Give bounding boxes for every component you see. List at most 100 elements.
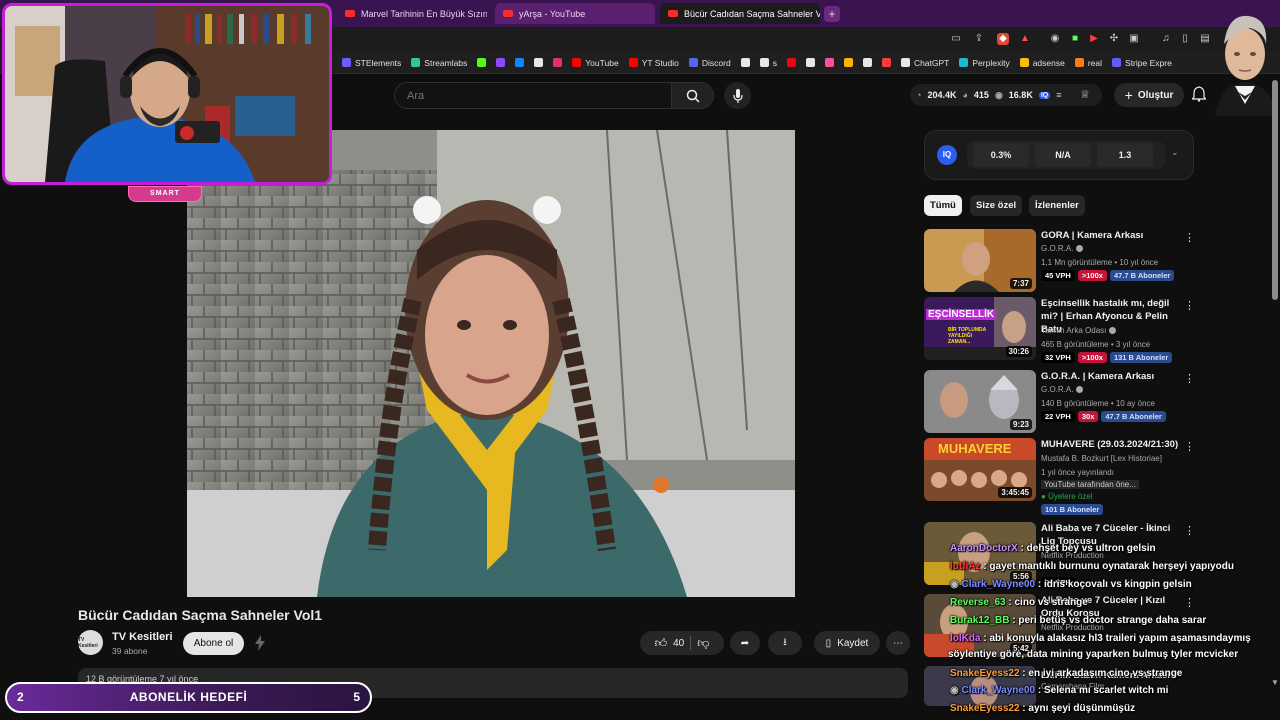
recommended-video[interactable]: 7:37 GORA | Kamera Arkası G.O.R.A. 1,1 M… [924, 229, 1195, 293]
chat-message: lolKda : abi konuyla alakasız hl3 traile… [950, 633, 1251, 644]
bookmark-x[interactable] [534, 58, 544, 67]
bookmark-streamlabs[interactable]: Streamlabs [411, 58, 467, 68]
recommended-video[interactable]: MUHAVERE 3:45:45 MUHAVERE (29.03.2024/21… [924, 438, 1195, 516]
recommended-video[interactable]: 5:56 Ali Baba ve 7 Cüceler - İkinci Lig … [924, 522, 1195, 588]
tab-yarsa[interactable]: yArşa - YouTube [495, 3, 655, 24]
iq-metric-2: N/A [1035, 143, 1091, 167]
video-player[interactable] [187, 130, 795, 597]
recommended-video[interactable]: 9:23 G.O.R.A. | Kamera Arkası G.O.R.A. 1… [924, 370, 1195, 434]
recommended-video[interactable]: EŞCİNSELLİK BİR TOPLUMDA YAYILDIĞI ZAMAN… [924, 297, 1195, 363]
more-actions-button[interactable]: ⋯ [886, 631, 910, 655]
screenshot-icon[interactable]: ▭ [950, 33, 962, 45]
bookmark-misc[interactable] [824, 58, 834, 67]
more-vert-icon[interactable]: ⋮ [1184, 596, 1195, 609]
chip-all[interactable]: Tümü [924, 195, 962, 216]
iq-extension-panel: IQ 0.3% N/A 1.3 ⌄ [924, 130, 1194, 180]
bookmark-instagram[interactable] [553, 58, 563, 67]
chat-text: : idris koçovalı vs kingpin gelsin [1035, 579, 1192, 590]
video-duration: 7:37 [1009, 278, 1032, 289]
puzzle-icon[interactable]: ✣ [1108, 33, 1120, 45]
youtube-icon [668, 10, 678, 17]
bookmark-yt-studio[interactable]: YT Studio [628, 58, 679, 68]
rewards-icon[interactable]: ▲ [1019, 33, 1031, 45]
like-count[interactable]: 40 [673, 638, 684, 649]
extension-icon[interactable]: ■ [1069, 33, 1081, 45]
bookmark-tiktok-s[interactable]: s [759, 58, 777, 68]
circle-icon [805, 58, 815, 67]
download-button[interactable]: ⭳ [768, 631, 802, 655]
chat-username: SnakeEyess22 [950, 668, 1020, 679]
more-vert-icon[interactable]: ⋮ [1184, 440, 1195, 453]
search-input[interactable] [394, 82, 672, 109]
extension-icon[interactable]: ▣ [1128, 33, 1140, 45]
list-icon[interactable]: ≡ [1056, 90, 1061, 100]
sidebar-icon[interactable]: ▯ [1179, 33, 1191, 45]
stripe-icon [1112, 58, 1122, 67]
subscribe-button[interactable]: Abone ol [183, 632, 244, 655]
bookmark-misc[interactable] [881, 58, 891, 67]
tab-current-video[interactable]: Bücür Cadıdan Saçma Sahneler V ✕ [660, 3, 820, 24]
chat-username: Reverse_63 [950, 597, 1006, 608]
adsense-icon [1019, 58, 1029, 67]
bookmark-netflix[interactable] [786, 58, 796, 67]
chat-text: : aynı şeyi düşünmüşüz [1019, 703, 1136, 714]
share-icon[interactable]: ⇪ [973, 33, 985, 45]
bookmark-discord[interactable]: Discord [688, 58, 731, 68]
video-duration: 3:45:45 [998, 487, 1032, 498]
bookmark-kick[interactable] [477, 58, 487, 67]
bookmark-amazon[interactable] [862, 58, 872, 67]
search-icon [686, 89, 700, 103]
more-vert-icon[interactable]: ⋮ [1184, 524, 1195, 537]
video-duration: 9:23 [1009, 419, 1032, 430]
bookmark-chatgpt[interactable]: ChatGPT [900, 58, 949, 68]
chevron-down-icon[interactable]: ⌄ [1171, 147, 1179, 158]
search-button[interactable] [672, 82, 714, 109]
lightning-icon[interactable] [254, 635, 266, 654]
bookmark-adsense[interactable]: adsense [1019, 58, 1065, 68]
bookmark-misc[interactable] [843, 58, 853, 67]
create-button[interactable]: + Oluştur [1114, 83, 1184, 107]
bookmark-bluesky[interactable] [515, 58, 525, 67]
chat-message: lutfiAz : gayet mantıklı burnunu oynatar… [950, 561, 1234, 572]
channel-name[interactable]: TV Kesitleri [112, 631, 173, 643]
share-button[interactable]: ➦ [730, 631, 760, 655]
new-tab-button[interactable]: + [824, 6, 840, 22]
bookmark-youtube[interactable]: YouTube [572, 58, 619, 68]
bookmark-tiktok[interactable] [740, 58, 750, 67]
bookmark-real[interactable]: real [1074, 58, 1102, 68]
brave-shield-icon[interactable]: ◆ [997, 33, 1009, 45]
extension-icon[interactable]: ◉ [1049, 33, 1061, 45]
more-vert-icon[interactable]: ⋮ [1184, 231, 1195, 244]
more-vert-icon[interactable]: ⋮ [1184, 372, 1195, 385]
thumbs-up-icon[interactable]: 👍︎ [655, 636, 668, 651]
twitch-icon [496, 58, 506, 67]
scroll-down-icon[interactable]: ▼ [1271, 678, 1279, 687]
thumbs-down-icon[interactable]: 👎︎ [697, 636, 709, 651]
notifications-button[interactable] [1191, 86, 1207, 105]
bookmark-stelements[interactable]: STElements [342, 58, 401, 68]
bookmark-stripe[interactable]: Stripe Expre [1112, 58, 1172, 68]
chat-text: : peri betüş vs doctor strange daha sara… [1009, 615, 1207, 626]
channel-stats-extension: ◔ 204.4K ◕ 415 ◉ 16.8K IQ ≡ [910, 84, 1102, 106]
create-label: Oluştur [1137, 89, 1174, 101]
more-vert-icon[interactable]: ⋮ [1184, 299, 1195, 312]
trophy-icon[interactable]: ♕ [1080, 88, 1090, 101]
netflix-icon [786, 58, 796, 67]
voice-search-button[interactable] [724, 82, 751, 109]
verified-icon [1076, 245, 1084, 253]
streamlabs-icon [411, 58, 421, 67]
tab-marvel[interactable]: Marvel Tarihinin En Büyük Sızıntısı! A [337, 3, 487, 24]
channel-avatar[interactable]: TV Kesitleri [78, 630, 103, 655]
save-button[interactable]: ▯ Kaydet [814, 631, 880, 655]
bookmark-twitch[interactable] [496, 58, 506, 67]
bookmark-perplexity[interactable]: Perplexity [959, 58, 1010, 68]
page-scrollbar[interactable] [1272, 80, 1278, 300]
chip-for-you[interactable]: Size özel [970, 195, 1023, 216]
chip-watched[interactable]: İzlenenler [1029, 195, 1085, 216]
iq-icon[interactable]: IQ [1038, 91, 1051, 99]
chat-text: : dehşet bey vs ultron gelsin [1017, 543, 1156, 554]
extension-icon[interactable]: ▶ [1088, 33, 1100, 45]
music-icon[interactable]: ♫ [1160, 33, 1172, 45]
chat-message-continued: söylentiye göre, data mining yaparken bu… [948, 649, 1238, 660]
bookmark-misc[interactable] [805, 58, 815, 67]
